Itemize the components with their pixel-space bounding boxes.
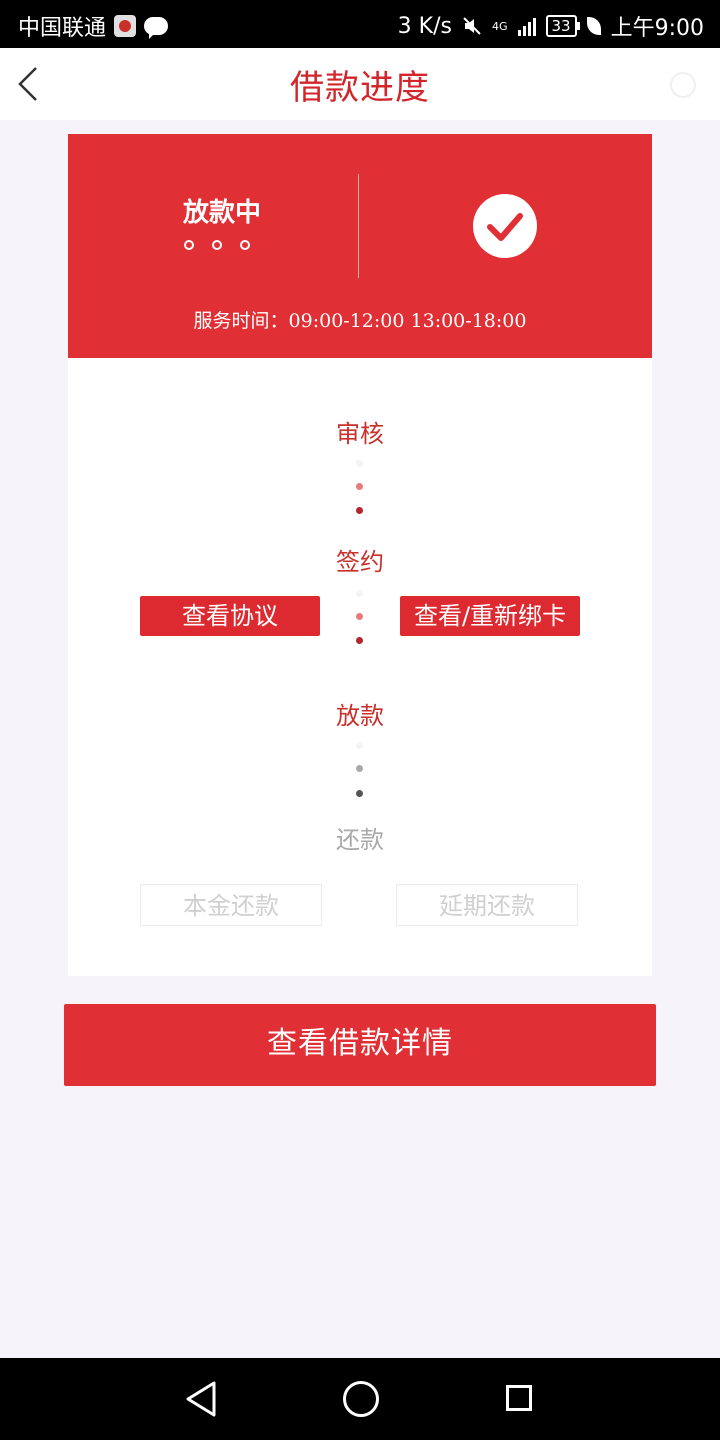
carrier-label: 中国联通 (18, 16, 107, 41)
mute-icon (463, 17, 481, 35)
progress-dot (356, 460, 363, 467)
step-review: 审核 (336, 420, 384, 448)
network-speed: 3 K/s (397, 13, 452, 39)
card-divider (358, 174, 359, 278)
extend-repay-button[interactable]: 延期还款 (396, 884, 578, 926)
nav-home-icon[interactable] (343, 1381, 379, 1417)
status-bar-left: 中国联通 (18, 10, 169, 42)
view-loan-detail-button[interactable]: 查看借款详情 (64, 1004, 656, 1086)
status-bar: 中国联通 3 K/s 4G 33 上午9:00 (0, 0, 720, 48)
step-disburse: 放款 (336, 702, 384, 730)
step-sign: 签约 (336, 548, 384, 576)
progress-dot (356, 742, 363, 749)
chat-notification-icon (144, 17, 169, 39)
progress-dot (356, 637, 363, 644)
refresh-icon[interactable] (670, 72, 696, 98)
page-title: 借款进度 (290, 68, 430, 108)
progress-dot (356, 507, 363, 514)
view-agreement-button[interactable]: 查看协议 (140, 596, 320, 636)
nav-back-icon[interactable] (184, 1380, 218, 1418)
signal-icon (517, 16, 536, 36)
network-type: 4G (491, 19, 508, 33)
service-time: 服务时间：09:00-12:00 13:00-18:00 (193, 310, 527, 332)
step-repay: 还款 (336, 826, 384, 854)
principal-repay-button[interactable]: 本金还款 (140, 884, 322, 926)
clock: 上午9:00 (610, 16, 704, 41)
app-notification-icon (114, 15, 137, 37)
progress-dot (356, 613, 363, 620)
progress-panel: 审核 签约 查看协议 查看/重新绑卡 放款 还款 本金还款 延期还款 (68, 358, 652, 976)
battery-level: 33 (551, 17, 571, 35)
system-nav-bar (0, 1358, 720, 1440)
check-circle-icon (473, 194, 537, 258)
loan-status: 放款中 (183, 198, 262, 228)
status-bar-right: 3 K/s 4G 33 上午9:00 (398, 10, 704, 42)
app-header: 借款进度 (0, 48, 720, 120)
progress-dot (356, 590, 363, 597)
nav-recent-icon[interactable] (506, 1385, 532, 1411)
progress-dot (356, 790, 363, 797)
progress-dot (356, 483, 363, 490)
loan-status-card: 放款中 服务时间：09:00-12:00 13:00-18:00 (68, 134, 652, 358)
leaf-icon (586, 17, 601, 35)
battery-icon: 33 (545, 15, 580, 37)
progress-dot (356, 765, 363, 772)
loading-dots (184, 240, 250, 250)
rebind-card-button[interactable]: 查看/重新绑卡 (400, 596, 580, 636)
